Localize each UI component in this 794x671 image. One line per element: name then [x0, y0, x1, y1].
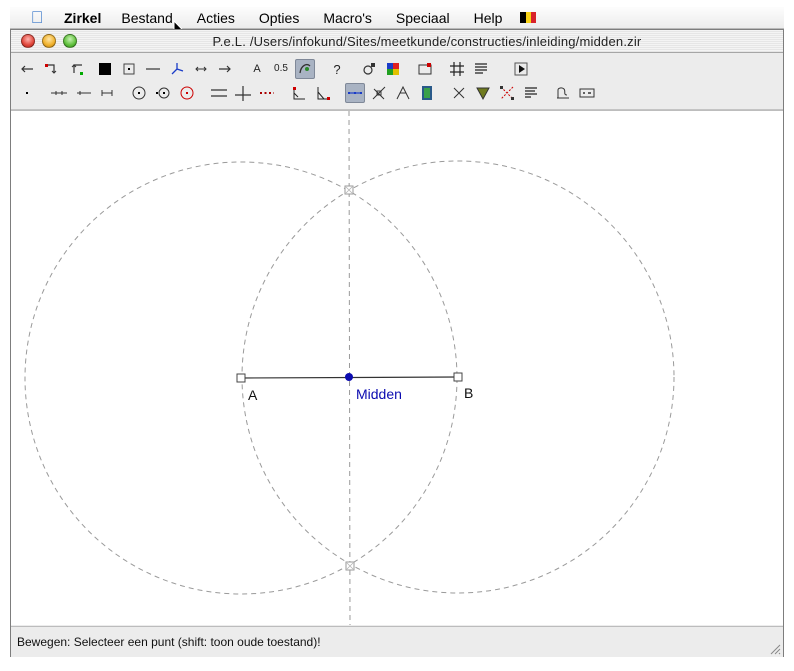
point-size-tool-icon[interactable]	[119, 59, 139, 79]
polygon-tool-icon[interactable]	[473, 83, 493, 103]
flag-stripe-red	[531, 12, 537, 23]
color-black-tool-icon[interactable]	[95, 59, 115, 79]
menu-help[interactable]: Help	[474, 10, 503, 26]
show-names-tool-icon[interactable]	[191, 59, 211, 79]
text-block-tool-icon[interactable]	[521, 83, 541, 103]
midpoint-label: Midden	[356, 386, 402, 402]
window-title: P.e.L. /Users/infokund/Sites/meetkunde/c…	[212, 34, 642, 49]
title-bar[interactable]: P.e.L. /Users/infokund/Sites/meetkunde/c…	[11, 30, 783, 53]
resize-grip-icon[interactable]	[769, 643, 781, 655]
zoom-window-button[interactable]	[63, 34, 77, 48]
decimals-tool-icon[interactable]: 0.5	[271, 59, 291, 79]
toggle-tool-icon[interactable]	[295, 59, 315, 79]
point-b-label: B	[464, 385, 474, 401]
point-tool-icon[interactable]	[17, 83, 37, 103]
menu-macros[interactable]: Macro's	[323, 10, 372, 26]
background-tool-icon[interactable]	[415, 59, 435, 79]
main-window: P.e.L. /Users/infokund/Sites/meetkunde/c…	[10, 29, 784, 657]
midpoint-tool-icon[interactable]	[345, 83, 365, 103]
grid-tool-icon[interactable]	[447, 59, 467, 79]
midpoint[interactable]	[345, 373, 353, 381]
toolbar-row-2	[17, 83, 777, 105]
point-b[interactable]	[453, 372, 463, 382]
hide-tool-icon[interactable]	[167, 59, 187, 79]
reflection-tool-icon[interactable]	[497, 83, 517, 103]
arrow-tool-icon[interactable]	[215, 59, 235, 79]
color-palette-tool-icon[interactable]	[383, 59, 403, 79]
undo-tool-icon[interactable]	[17, 59, 37, 79]
back-tool-icon[interactable]	[41, 59, 61, 79]
run-tool-icon[interactable]	[511, 59, 531, 79]
menu-bar:  Zirkel Bestand Acties Opties Macro's S…	[10, 7, 784, 29]
menu-speciaal[interactable]: Speciaal	[396, 10, 450, 26]
belgian-flag-icon[interactable]	[520, 12, 537, 23]
line-tool-icon[interactable]	[49, 83, 69, 103]
toolbar-row-1: A 0.5 ?	[17, 59, 777, 81]
circle-tool-icon[interactable]	[129, 83, 149, 103]
text-tool-icon[interactable]: A	[247, 59, 267, 79]
perpendicular-tool-icon[interactable]	[233, 83, 253, 103]
zoom-tool-icon[interactable]	[359, 59, 379, 79]
fixed-angle-tool-icon[interactable]	[313, 83, 333, 103]
function-tool-icon[interactable]	[553, 83, 573, 103]
status-message: Bewegen: Selecteer een punt (shift: toon…	[17, 635, 321, 649]
intersection-tool-icon[interactable]	[369, 83, 389, 103]
segment-tool-icon[interactable]	[97, 83, 117, 103]
ray-tool-icon[interactable]	[73, 83, 93, 103]
toolbar: A 0.5 ?	[11, 54, 783, 110]
parallel-tool-icon[interactable]	[209, 83, 229, 103]
cross-tool-icon[interactable]	[449, 83, 469, 103]
status-bar: Bewegen: Selecteer een punt (shift: toon…	[11, 626, 783, 657]
apple-menu-icon[interactable]: 	[10, 8, 64, 28]
close-window-button[interactable]	[21, 34, 35, 48]
circle-three-points-tool-icon[interactable]	[153, 83, 173, 103]
fixed-circle-tool-icon[interactable]	[177, 83, 197, 103]
point-a-label: A	[248, 387, 258, 403]
app-menu[interactable]: Zirkel	[64, 10, 101, 26]
menu-opties[interactable]: Opties	[259, 10, 299, 26]
expression-tool-icon[interactable]	[577, 83, 597, 103]
delete-tool-icon[interactable]	[67, 59, 87, 79]
menu-bestand[interactable]: Bestand	[121, 10, 172, 26]
animation-tool-icon[interactable]	[417, 83, 437, 103]
line-style-tool-icon[interactable]	[143, 59, 163, 79]
dotted-line-tool-icon[interactable]	[257, 83, 277, 103]
comment-tool-icon[interactable]	[471, 59, 491, 79]
menu-acties[interactable]: Acties	[197, 10, 235, 26]
angle-tool-icon[interactable]	[289, 83, 309, 103]
help-tool-icon[interactable]: ?	[327, 59, 347, 79]
minimize-window-button[interactable]	[42, 34, 56, 48]
point-a[interactable]	[236, 373, 246, 383]
triangle-tool-icon[interactable]	[393, 83, 413, 103]
construction-canvas[interactable]: A B Midden	[11, 110, 783, 625]
